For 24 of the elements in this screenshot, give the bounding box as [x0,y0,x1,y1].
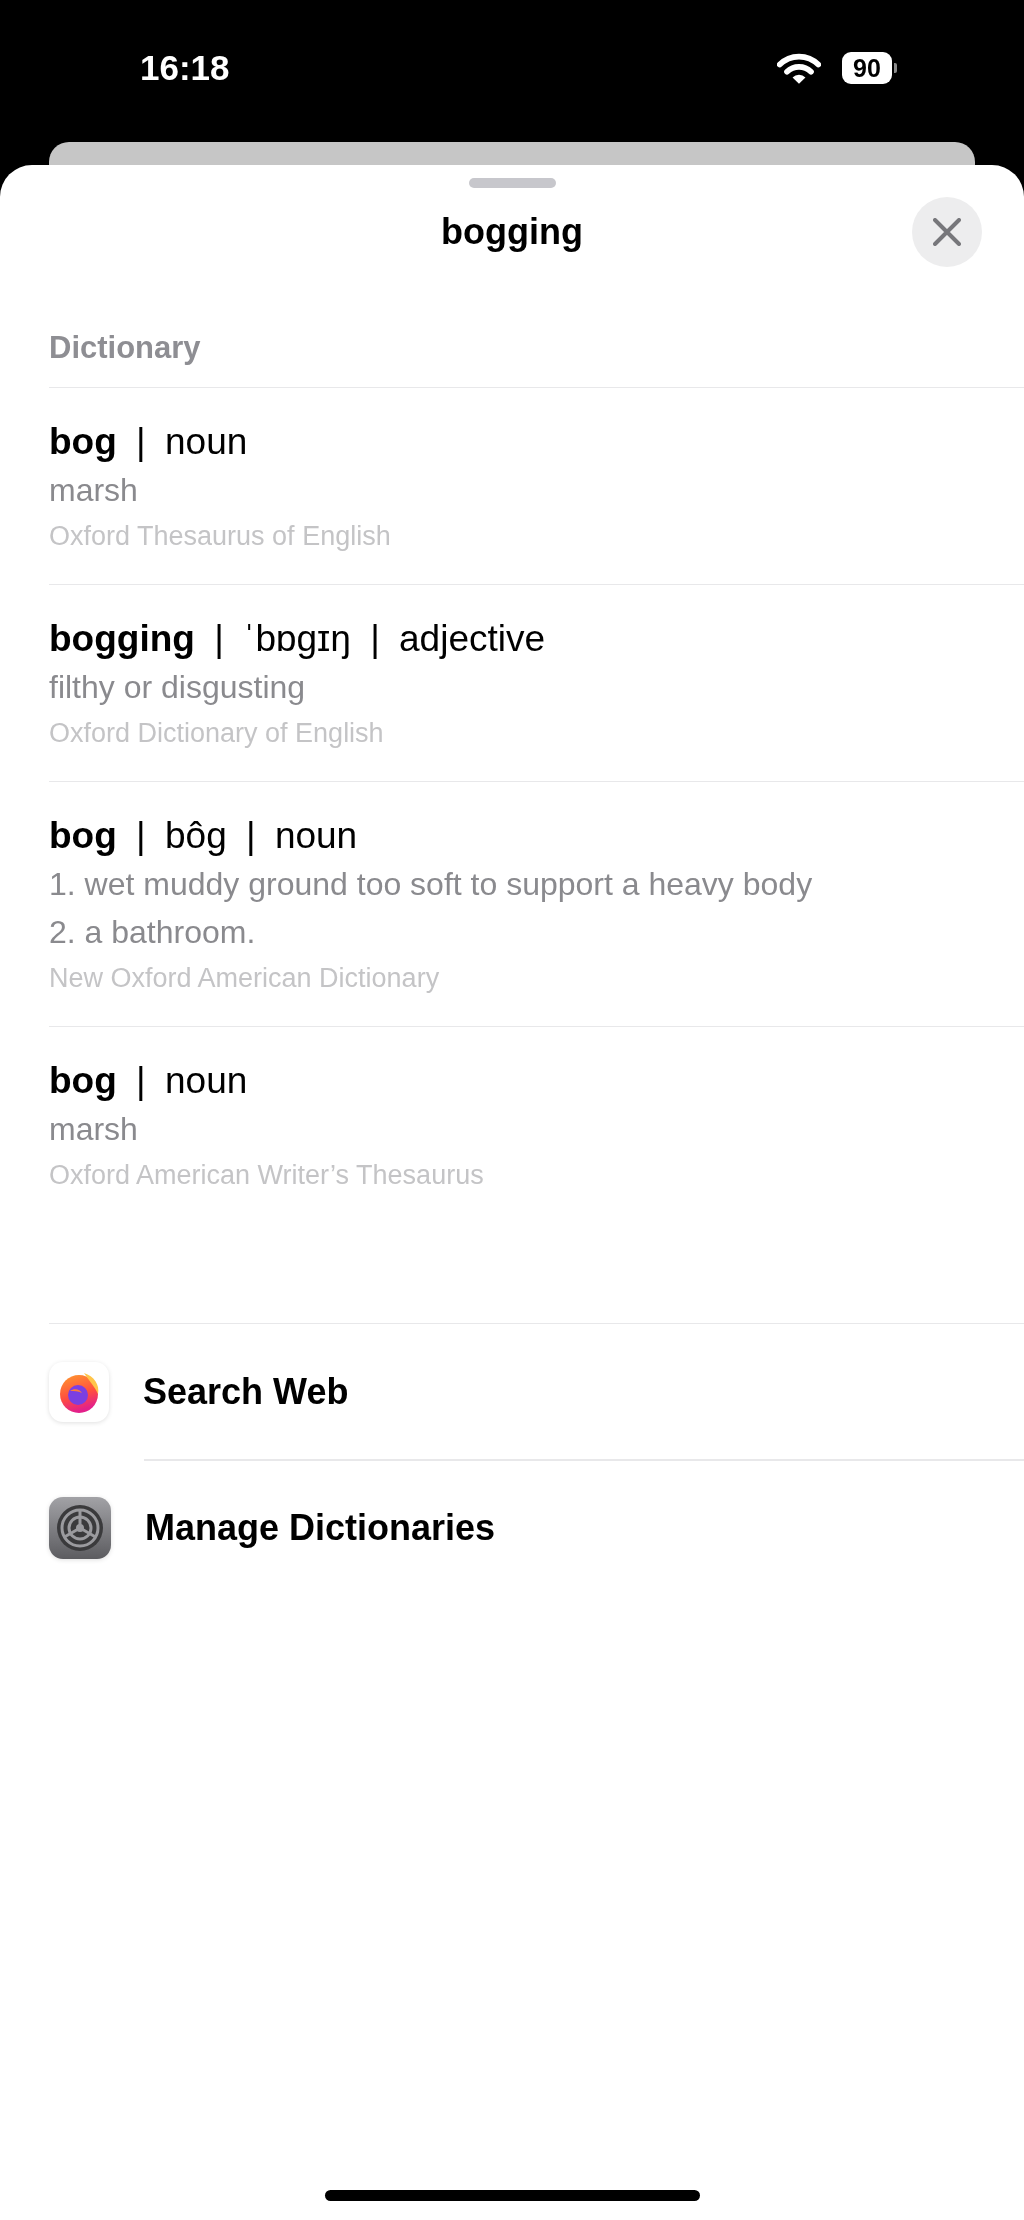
entry-heading[interactable]: bog | noun [49,418,248,466]
definition-text: filthy or disgusting [49,668,306,707]
source-text: Oxford Dictionary of English [49,717,384,750]
status-time: 16:18 [140,48,230,88]
definition-text: marsh [49,471,138,510]
source-text: New Oxford American Dictionary [49,962,440,995]
source-text: Oxford American Writer’s Thesaurus [49,1159,484,1192]
section-title: Dictionary [49,329,201,367]
definition-text: 2. a bathroom. [49,913,256,952]
menu-item[interactable]: Search Web [49,1361,349,1422]
wifi-icon [777,51,821,85]
grabber-handle[interactable] [468,178,556,188]
entry-heading[interactable]: bog | bôg | noun [49,812,358,860]
definition-text: marsh [49,1110,138,1149]
menu-item[interactable]: Manage Dictionaries [49,1497,496,1559]
battery-indicator: 90 [842,52,897,84]
source-text: Oxford Thesaurus of English [49,520,391,553]
entry-heading[interactable]: bog | noun [49,1057,248,1105]
home-indicator[interactable] [324,2190,700,2201]
definition-text: 1. wet muddy ground too soft to support a heavy body [49,865,813,904]
settings-icon [49,1497,111,1559]
close-icon [933,218,961,246]
sheet-title: bogging [441,210,583,254]
entry-heading[interactable]: bogging | ˈbɒgɪŋ | adjective [49,615,546,663]
